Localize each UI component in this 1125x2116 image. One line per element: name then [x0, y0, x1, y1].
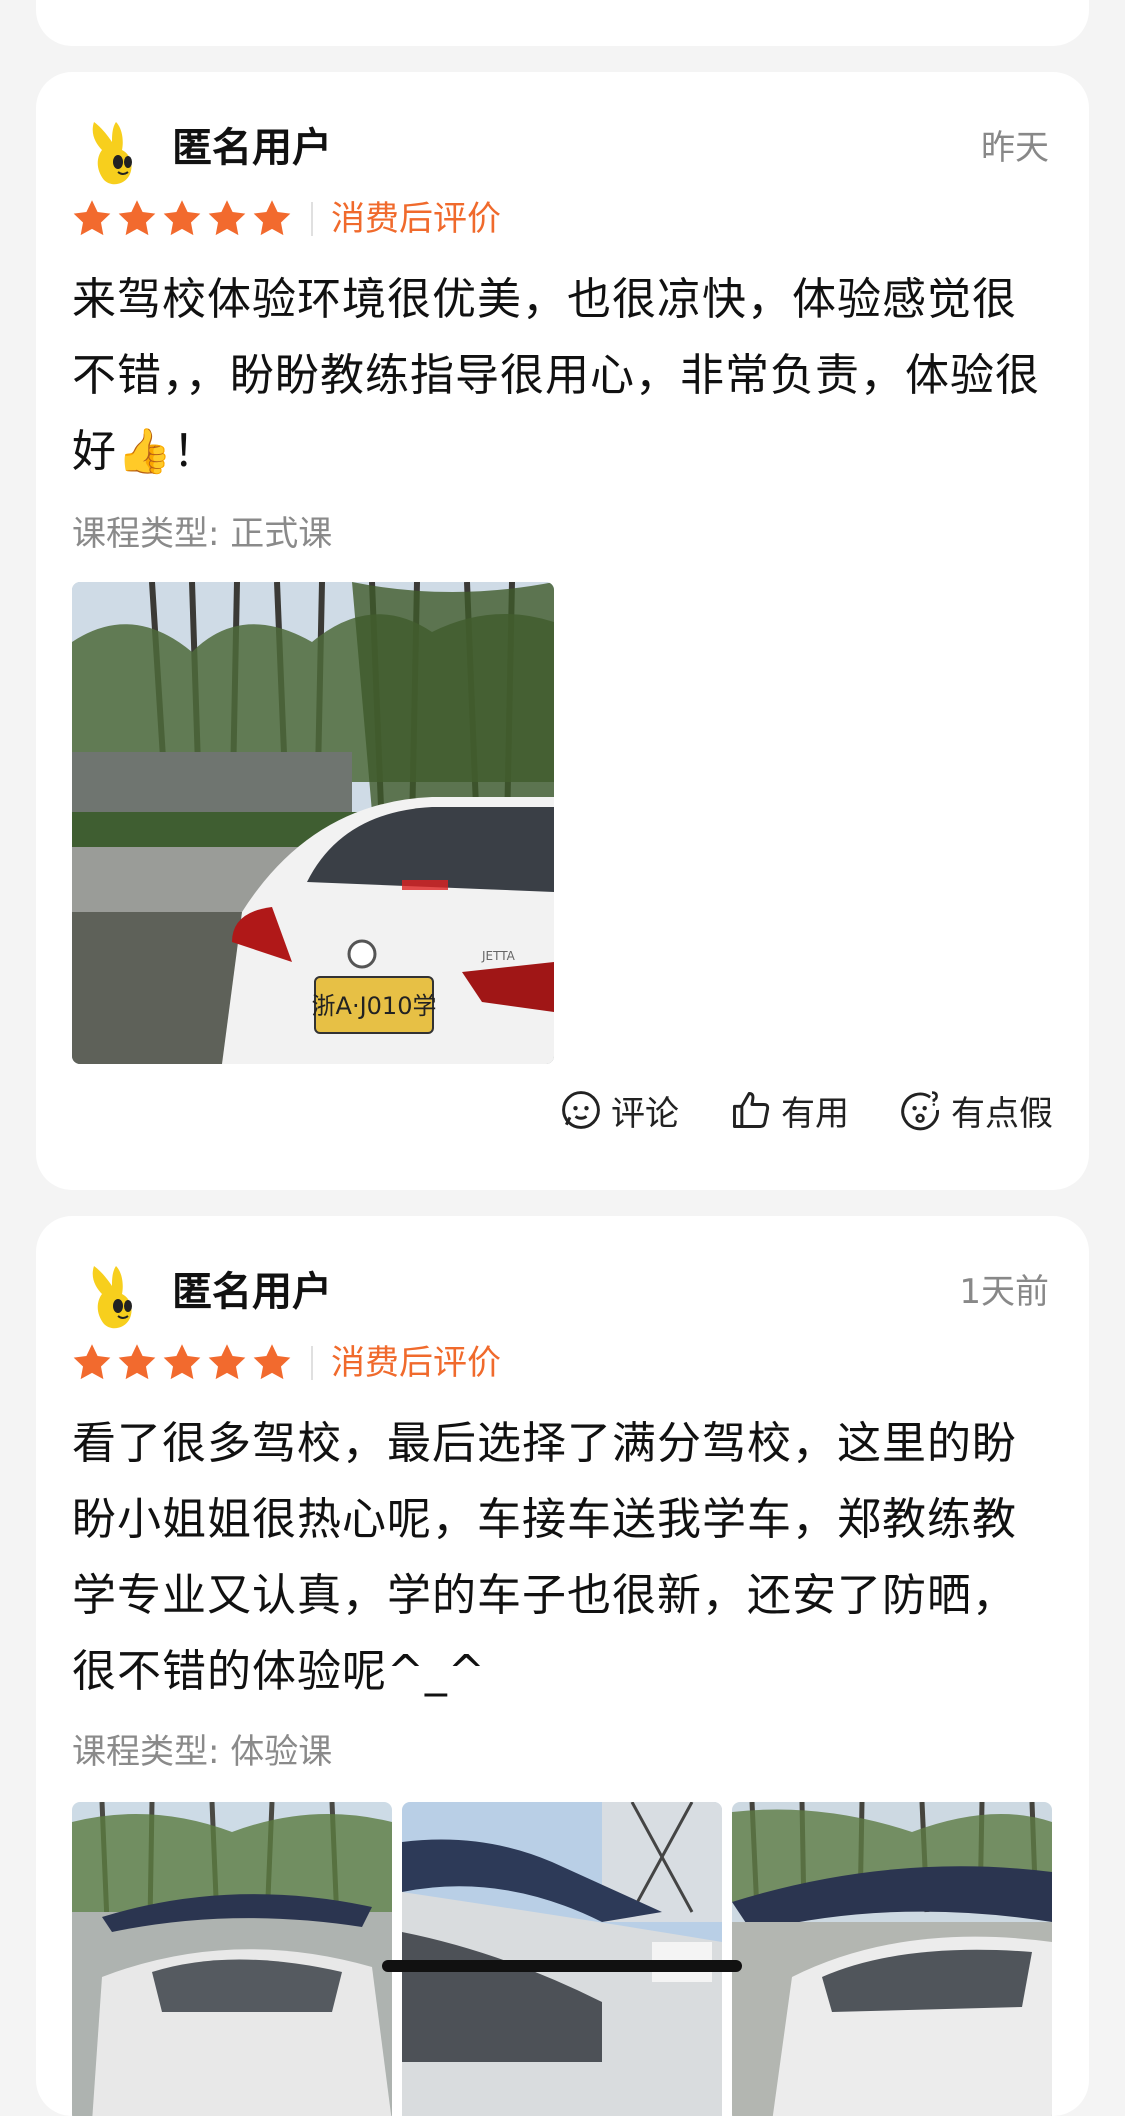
review-card[interactable]: 匿名用户 1天前 消费后评价 看了很多驾校，最后选择了满分驾校，这里的盼盼小姐姐… — [36, 1216, 1089, 2116]
previous-review-card — [36, 0, 1089, 46]
star-icon — [250, 197, 294, 241]
rating-stars: 消费后评价 — [70, 196, 501, 242]
star-icon — [115, 1341, 159, 1385]
star-icon — [250, 1341, 294, 1385]
course-type: 课程类型: 体验课 — [72, 1732, 333, 1772]
suspicious-face-icon — [901, 1091, 939, 1131]
divider — [311, 202, 313, 236]
avatar-mascot-icon — [72, 110, 152, 190]
comment-button[interactable]: 评论 — [559, 1086, 679, 1135]
review-tag: 消费后评价 — [331, 1343, 501, 1383]
star-icon — [205, 197, 249, 241]
fake-button[interactable]: 有点假 — [899, 1086, 1053, 1135]
fake-label: 有点假 — [951, 1093, 1053, 1134]
review-text: 来驾校体验环境很优美，也很凉快，体验感觉很不错，，盼盼教练指导很用心，非常负责，… — [72, 274, 1040, 477]
comment-icon — [562, 1091, 600, 1129]
review-photo[interactable] — [402, 1802, 722, 2116]
star-icon — [70, 1341, 114, 1385]
review-photo[interactable] — [732, 1802, 1052, 2116]
star-icon — [205, 1341, 249, 1385]
rating-stars: 消费后评价 — [70, 1340, 501, 1386]
thumbs-up-icon — [733, 1092, 770, 1128]
avatar-mascot-icon — [72, 1254, 152, 1334]
star-icon — [70, 197, 114, 241]
course-type: 课程类型: 正式课 — [72, 514, 333, 554]
review-card[interactable]: 匿名用户 昨天 消费后评价 来驾校体验环境很优美，也很凉快，体验感觉很不错，，盼… — [36, 72, 1089, 1190]
star-icon — [160, 197, 204, 241]
comment-label: 评论 — [611, 1093, 679, 1134]
car-badge: JETTA — [481, 949, 516, 963]
useful-label: 有用 — [781, 1093, 849, 1134]
divider — [311, 1346, 313, 1380]
star-icon — [115, 197, 159, 241]
home-indicator[interactable] — [382, 1960, 742, 1972]
review-tag: 消费后评价 — [331, 199, 501, 239]
review-text: 看了很多驾校，最后选择了满分驾校，这里的盼盼小姐姐很热心呢，车接车送我学车，郑教… — [72, 1418, 1017, 1697]
review-time: 1天前 — [959, 1272, 1049, 1312]
useful-button[interactable]: 有用 — [729, 1086, 849, 1135]
review-photo[interactable] — [72, 1802, 392, 2116]
username: 匿名用户 — [172, 1269, 332, 1315]
username: 匿名用户 — [172, 125, 332, 171]
review-time: 昨天 — [981, 128, 1049, 168]
review-photo[interactable]: 浙A·J010学 JETTA — [72, 582, 554, 1064]
review-actions: 评论 有用 有点假 — [559, 1082, 1053, 1138]
star-icon — [160, 1341, 204, 1385]
license-plate: 浙A·J010学 — [312, 992, 437, 1020]
